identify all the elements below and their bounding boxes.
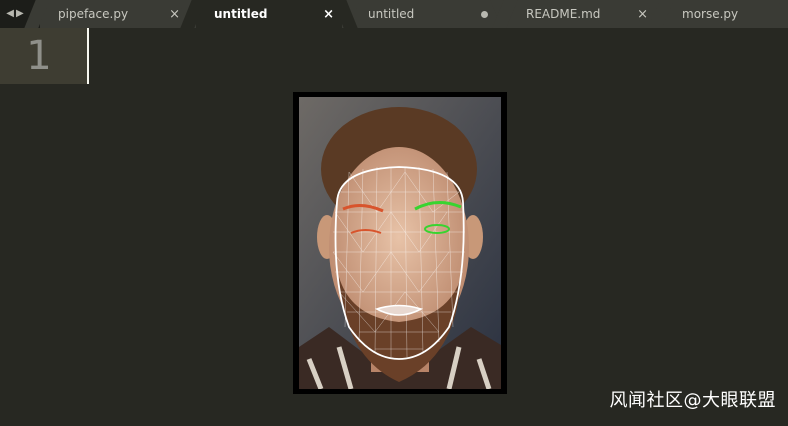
tab-label: untitled (368, 7, 415, 21)
tab-untitled-active[interactable]: untitled × (196, 0, 342, 28)
close-icon[interactable]: × (323, 7, 334, 22)
watermark-text: 风闻社区@大眼联盟 (609, 390, 776, 411)
back-arrow-icon[interactable]: ◀ (6, 8, 14, 19)
tab-pipeface[interactable]: pipeface.py × (40, 0, 188, 28)
tab-bar: ◀ ▶ pipeface.py × untitled README.md × m… (0, 0, 788, 28)
tab-navigation: ◀ ▶ (2, 4, 28, 22)
tab-label: morse.py (682, 7, 739, 21)
unsaved-dot-icon[interactable] (481, 10, 488, 18)
close-icon[interactable]: × (169, 7, 180, 22)
forward-arrow-icon[interactable]: ▶ (16, 8, 24, 19)
face-photo (299, 97, 501, 389)
face-tracking-image (293, 92, 507, 394)
text-cursor (87, 28, 89, 84)
face-mesh-illustration (299, 97, 501, 389)
tab-morse[interactable]: morse.py (664, 0, 788, 28)
close-icon[interactable]: × (637, 7, 648, 22)
tab-label: README.md (526, 7, 601, 21)
tab-untitled-modified[interactable]: untitled (350, 0, 500, 28)
tab-readme[interactable]: README.md × (508, 0, 656, 28)
tab-label: pipeface.py (58, 7, 129, 21)
line-number: 1 (26, 33, 52, 79)
tab-label: untitled (214, 7, 268, 21)
